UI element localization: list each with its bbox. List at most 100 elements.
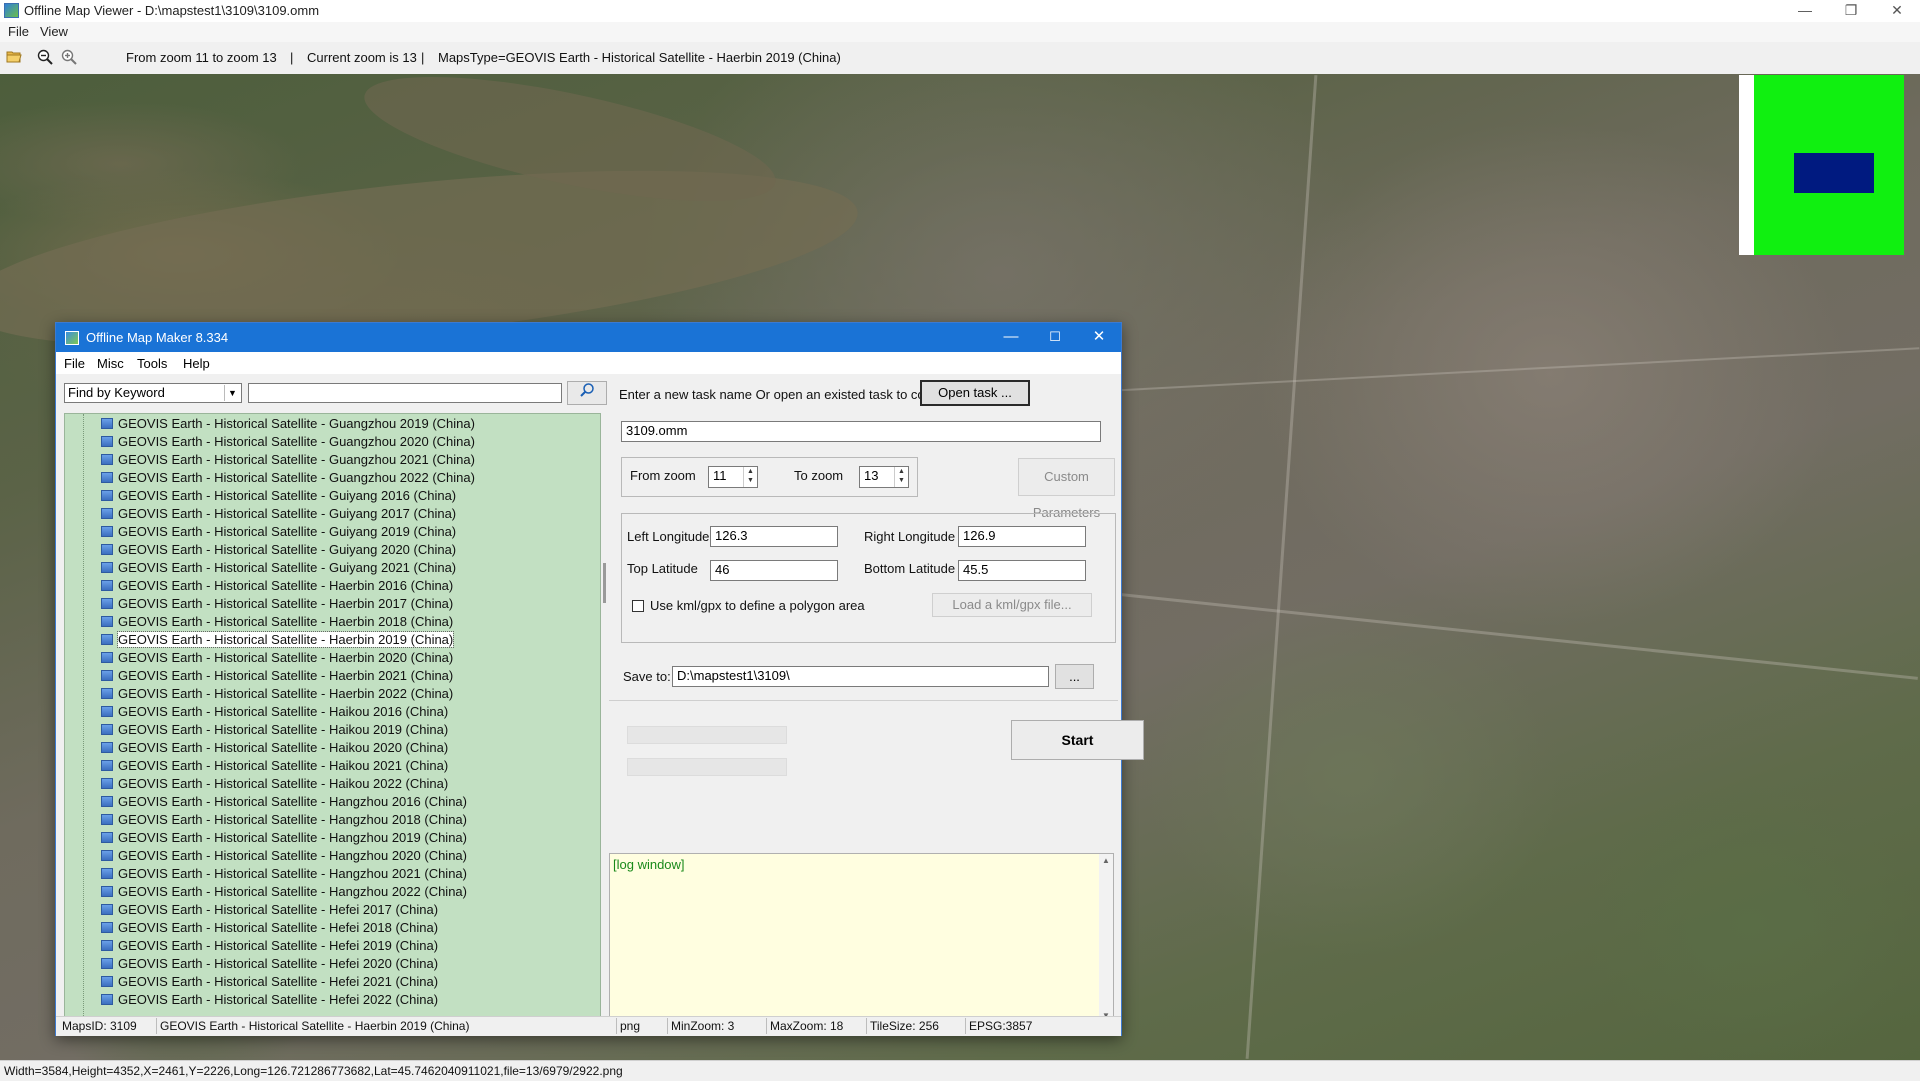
tree-item[interactable]: GEOVIS Earth - Historical Satellite - Ha…: [101, 794, 467, 812]
tree-item[interactable]: GEOVIS Earth - Historical Satellite - He…: [101, 956, 438, 974]
scroll-up-icon[interactable]: ▲: [1100, 856, 1112, 865]
save-to-input[interactable]: D:\mapstest1\3109\: [672, 666, 1049, 687]
left-longitude-label: Left Longitude: [627, 529, 710, 544]
tree-item[interactable]: GEOVIS Earth - Historical Satellite - Ha…: [101, 740, 448, 758]
tree-item[interactable]: GEOVIS Earth - Historical Satellite - Gu…: [101, 488, 456, 506]
task-name-input[interactable]: 3109.omm: [621, 421, 1101, 442]
maximize-button[interactable]: ❐: [1828, 0, 1874, 22]
dialog-menu-misc[interactable]: Misc: [97, 356, 124, 371]
tree-item[interactable]: GEOVIS Earth - Historical Satellite - Ha…: [101, 686, 453, 704]
overview-minimap[interactable]: [1739, 75, 1904, 255]
status-separator: [866, 1018, 867, 1034]
dialog-maximize-button[interactable]: ☐: [1033, 323, 1077, 352]
dialog-menu-tools[interactable]: Tools: [137, 356, 167, 371]
map-layer-icon: [101, 454, 113, 465]
start-button[interactable]: Start: [1011, 720, 1144, 760]
tree-item[interactable]: GEOVIS Earth - Historical Satellite - Ha…: [101, 704, 448, 722]
tree-item[interactable]: GEOVIS Earth - Historical Satellite - Ha…: [101, 578, 453, 596]
tree-item[interactable]: GEOVIS Earth - Historical Satellite - Gu…: [101, 416, 475, 434]
tree-item[interactable]: GEOVIS Earth - Historical Satellite - Ha…: [101, 776, 448, 794]
search-input[interactable]: [248, 383, 562, 403]
task-panel: Enter a new task name Or open an existed…: [609, 378, 1144, 1023]
panel-splitter[interactable]: [601, 413, 609, 1017]
from-zoom-value: 11: [713, 468, 727, 483]
progress-bar-current: [627, 758, 787, 776]
dialog-title-bar[interactable]: Offline Map Maker 8.334 — ☐ ✕: [56, 323, 1121, 352]
dialog-menu-bar: File Misc Tools Help: [56, 352, 1121, 374]
tree-item[interactable]: GEOVIS Earth - Historical Satellite - Ha…: [101, 758, 448, 776]
tree-item[interactable]: GEOVIS Earth - Historical Satellite - He…: [101, 902, 438, 920]
chevron-down-icon[interactable]: ▼: [224, 385, 240, 401]
tree-item[interactable]: GEOVIS Earth - Historical Satellite - Gu…: [101, 470, 475, 488]
menu-view[interactable]: View: [40, 24, 68, 39]
tree-item-label: GEOVIS Earth - Historical Satellite - Ha…: [118, 596, 454, 611]
tree-item-label: GEOVIS Earth - Historical Satellite - Ha…: [118, 776, 449, 791]
zoom-in-icon[interactable]: [60, 49, 78, 67]
tree-item[interactable]: GEOVIS Earth - Historical Satellite - Ha…: [101, 668, 453, 686]
close-button[interactable]: ✕: [1874, 0, 1920, 22]
tree-item[interactable]: GEOVIS Earth - Historical Satellite - He…: [101, 938, 438, 956]
progress-bar-total: [627, 726, 787, 744]
tree-item-label: GEOVIS Earth - Historical Satellite - Gu…: [118, 452, 475, 467]
tree-item[interactable]: GEOVIS Earth - Historical Satellite - Gu…: [101, 524, 456, 542]
splitter-grip[interactable]: [603, 563, 606, 603]
tree-item[interactable]: GEOVIS Earth - Historical Satellite - Gu…: [101, 452, 475, 470]
search-button[interactable]: [567, 381, 607, 405]
main-title-bar: Offline Map Viewer - D:\mapstest1\3109\3…: [0, 0, 1920, 22]
tree-item[interactable]: GEOVIS Earth - Historical Satellite - Gu…: [101, 542, 456, 560]
open-task-button[interactable]: Open task ...: [920, 380, 1030, 406]
left-longitude-input[interactable]: 126.3: [710, 526, 838, 547]
folder-open-icon[interactable]: [5, 49, 23, 67]
maps-tree-list[interactable]: GEOVIS Earth - Historical Satellite - Gu…: [64, 413, 601, 1017]
tree-item[interactable]: GEOVIS Earth - Historical Satellite - Ha…: [101, 596, 453, 614]
tree-item-label: GEOVIS Earth - Historical Satellite - He…: [118, 974, 439, 989]
tree-item[interactable]: GEOVIS Earth - Historical Satellite - Ha…: [101, 866, 467, 884]
dialog-minimize-button[interactable]: —: [989, 323, 1033, 352]
map-layer-icon: [101, 418, 113, 429]
load-kml-button[interactable]: Load a kml/gpx file...: [932, 593, 1092, 617]
tree-item[interactable]: GEOVIS Earth - Historical Satellite - Ha…: [101, 830, 467, 848]
minimize-button[interactable]: —: [1782, 0, 1828, 22]
map-road: [1102, 591, 1918, 680]
tree-item[interactable]: GEOVIS Earth - Historical Satellite - Ha…: [101, 650, 453, 668]
to-zoom-spinner[interactable]: 13 ▲ ▼: [859, 466, 909, 488]
zoom-group: From zoom 11 ▲ ▼ To zoom 13 ▲ ▼: [621, 457, 918, 497]
tree-item[interactable]: GEOVIS Earth - Historical Satellite - Ha…: [101, 812, 467, 830]
spinner-arrows-icon[interactable]: ▲ ▼: [894, 467, 908, 487]
tree-item[interactable]: GEOVIS Earth - Historical Satellite - Gu…: [101, 434, 475, 452]
dialog-close-button[interactable]: ✕: [1077, 323, 1121, 352]
tree-item[interactable]: GEOVIS Earth - Historical Satellite - Ha…: [101, 722, 448, 740]
tree-item[interactable]: GEOVIS Earth - Historical Satellite - Ha…: [101, 614, 453, 632]
log-scrollbar[interactable]: ▲ ▼: [1099, 854, 1113, 1022]
spinner-arrows-icon[interactable]: ▲ ▼: [743, 467, 757, 487]
browse-button[interactable]: ...: [1055, 664, 1094, 689]
tree-item[interactable]: GEOVIS Earth - Historical Satellite - He…: [101, 974, 438, 992]
map-layer-icon: [101, 994, 113, 1005]
tree-item[interactable]: GEOVIS Earth - Historical Satellite - Gu…: [101, 560, 456, 578]
dialog-menu-file[interactable]: File: [64, 356, 85, 371]
overview-viewport[interactable]: [1794, 153, 1874, 193]
tree-item[interactable]: GEOVIS Earth - Historical Satellite - Ha…: [101, 884, 467, 902]
from-zoom-spinner[interactable]: 11 ▲ ▼: [708, 466, 758, 488]
tree-item[interactable]: GEOVIS Earth - Historical Satellite - He…: [101, 920, 438, 938]
bottom-latitude-input[interactable]: 45.5: [958, 560, 1086, 581]
custom-parameters-button[interactable]: Custom Parameters: [1018, 458, 1115, 520]
menu-file[interactable]: File: [8, 24, 29, 39]
tree-item[interactable]: GEOVIS Earth - Historical Satellite - Ha…: [101, 631, 455, 650]
zoom-out-icon[interactable]: [36, 49, 54, 67]
tree-item[interactable]: GEOVIS Earth - Historical Satellite - Ha…: [101, 848, 467, 866]
toolbar: From zoom 11 to zoom 13 | Current zoom i…: [0, 42, 1920, 75]
top-latitude-input[interactable]: 46: [710, 560, 838, 581]
dialog-menu-help[interactable]: Help: [183, 356, 210, 371]
log-window[interactable]: [log window] ▲ ▼: [609, 853, 1114, 1023]
tree-item[interactable]: GEOVIS Earth - Historical Satellite - He…: [101, 992, 438, 1010]
right-longitude-input[interactable]: 126.9: [958, 526, 1086, 547]
tree-item-label: GEOVIS Earth - Historical Satellite - Ha…: [118, 704, 449, 719]
map-layer-icon: [101, 670, 113, 681]
dialog-app-icon: [65, 331, 79, 345]
kml-checkbox[interactable]: [632, 600, 644, 612]
tree-item-label: GEOVIS Earth - Historical Satellite - Gu…: [118, 506, 457, 521]
search-mode-select[interactable]: Find by Keyword ▼: [64, 383, 242, 403]
map-layer-icon: [101, 940, 113, 951]
tree-item[interactable]: GEOVIS Earth - Historical Satellite - Gu…: [101, 506, 456, 524]
